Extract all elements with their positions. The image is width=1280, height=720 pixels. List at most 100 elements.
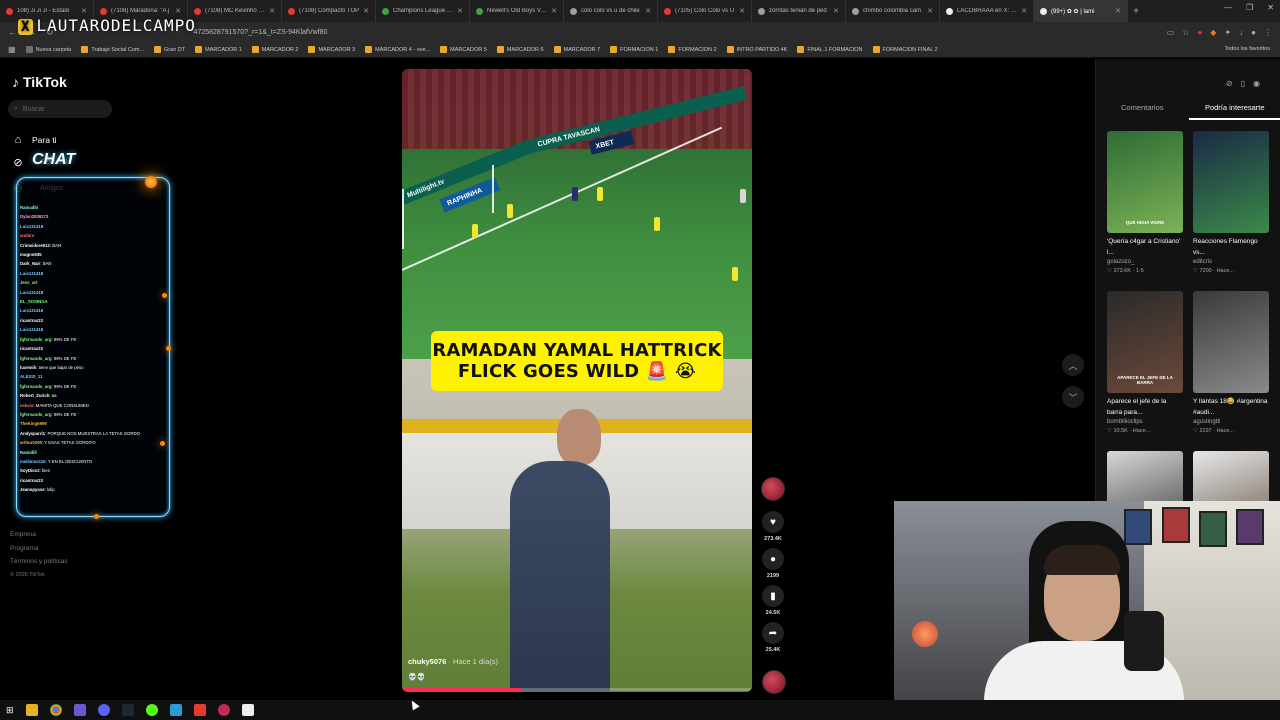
bookmark-item[interactable]: Trabajo Social Com...: [81, 46, 144, 53]
card-author[interactable]: golazozo_: [1107, 258, 1183, 267]
maximize-icon[interactable]: ❐: [1246, 3, 1253, 12]
sidebar-item-para-ti[interactable]: ⌂ Para ti: [12, 129, 71, 151]
close-icon[interactable]: ✕: [739, 7, 745, 15]
app-icon[interactable]: [73, 704, 86, 716]
close-icon[interactable]: ✕: [1115, 7, 1121, 15]
kick-icon[interactable]: [145, 704, 158, 716]
video-thumbnail[interactable]: APARECE EL JEFE DE LA BARRA: [1107, 291, 1183, 393]
app-icon[interactable]: [217, 704, 230, 716]
author-name[interactable]: chuky5076: [408, 657, 446, 666]
close-icon[interactable]: ✕: [927, 7, 933, 15]
video-thumbnail[interactable]: [1193, 131, 1269, 233]
recommended-video-card[interactable]: APARECE EL JEFE DE LA BARRA Aparece el je…: [1107, 291, 1183, 451]
sound-avatar[interactable]: [762, 670, 786, 694]
file-explorer-icon[interactable]: [25, 704, 38, 716]
close-icon[interactable]: ✕: [363, 7, 369, 15]
profile-icon[interactable]: ◉: [1253, 79, 1260, 88]
downloads-icon[interactable]: ↓: [1239, 28, 1243, 37]
bookmark-item[interactable]: INTRO PARTIDO 4K: [726, 46, 787, 53]
browser-tab[interactable]: (7108) MC Kevinho - C ✕: [188, 0, 282, 22]
browser-tab[interactable]: (7105) Colo Colo vs U ✕: [658, 0, 752, 22]
next-video-button[interactable]: ﹀: [1062, 386, 1084, 408]
close-window-icon[interactable]: ✕: [1267, 3, 1274, 12]
obs-icon[interactable]: [241, 704, 254, 716]
puzzle-icon[interactable]: ✦: [1224, 28, 1231, 37]
phone-icon[interactable]: ▯: [1241, 79, 1245, 88]
bookmark-item[interactable]: MARCADOR 2: [251, 46, 298, 53]
url-field[interactable]: 4725828791570?_r=1&_t=ZS-94KlafVwf80: [64, 25, 1157, 39]
bookmark-item[interactable]: MARCADOR 6: [496, 46, 544, 53]
close-icon[interactable]: ✕: [269, 7, 275, 15]
video-player[interactable]: Multilight.tv CUPRA TAVASCAN XBET RAPHIN…: [402, 69, 752, 692]
bookmark-item[interactable]: MARCADOR 3: [308, 46, 355, 53]
compass-icon[interactable]: ⊘: [1226, 79, 1233, 88]
discord-icon[interactable]: [97, 704, 110, 716]
recommended-video-card[interactable]: JOVAL DON PARFAIKO: [1193, 451, 1269, 553]
card-author[interactable]: editcris: [1193, 258, 1269, 267]
bookmark-star-icon[interactable]: ☆: [1182, 28, 1189, 37]
new-tab-button[interactable]: +: [1128, 6, 1144, 17]
search-input[interactable]: ⌕ Buscar: [8, 100, 112, 118]
footer-link-terminos[interactable]: Términos y políticas: [10, 555, 68, 569]
tab-podria-interesarte[interactable]: Podría interesarte: [1188, 103, 1280, 120]
close-icon[interactable]: ✕: [457, 7, 463, 15]
recommended-video-card[interactable]: Reacciones Flamengo vs... editcris ♡ 7200 …: [1193, 131, 1269, 291]
app-icon[interactable]: [193, 704, 206, 716]
all-bookmarks-link[interactable]: Todos los favoritos: [1224, 46, 1270, 52]
browser-tab[interactable]: zorritas tenian de ped ✕: [752, 0, 846, 22]
card-title[interactable]: Aparece el jefe de la barra para...: [1107, 396, 1183, 418]
video-thumbnail[interactable]: QUÉ HIGIA VIGRE: [1107, 131, 1183, 233]
recommended-video-card[interactable]: Y llantas 18😂 #argentina #audi... agustin…: [1193, 291, 1269, 451]
footer-link-empresa[interactable]: Empresa: [10, 528, 68, 542]
previous-video-button[interactable]: ︿: [1062, 354, 1084, 376]
back-icon[interactable]: ←: [8, 27, 17, 37]
cast-icon[interactable]: ▭: [1167, 28, 1175, 37]
browser-tab[interactable]: Champions League - F ✕: [376, 0, 470, 22]
apps-icon[interactable]: ▦: [8, 45, 16, 54]
card-title[interactable]: Y llantas 18😂 #argentina #audi...: [1193, 396, 1269, 418]
footer-link-programa[interactable]: Programa: [10, 542, 68, 556]
bookmark-item[interactable]: Gran DT: [154, 46, 185, 53]
card-author[interactable]: agustingtti: [1193, 418, 1269, 427]
minimize-icon[interactable]: —: [1224, 3, 1232, 12]
close-icon[interactable]: ✕: [81, 7, 87, 15]
card-title[interactable]: Reacciones Flamengo vs...: [1193, 236, 1269, 258]
bookmark-item[interactable]: FINAL 1 FORMACION: [797, 46, 863, 53]
save-button[interactable]: ▮ 24.5K: [760, 585, 786, 616]
author-avatar[interactable]: [761, 477, 785, 501]
tab-comentarios[interactable]: Comentarios: [1096, 103, 1189, 120]
bookmark-item[interactable]: FORMACION FINAL 2: [872, 46, 938, 53]
close-icon[interactable]: ✕: [833, 7, 839, 15]
windows-start-icon[interactable]: ⊞: [6, 705, 14, 716]
profile-icon[interactable]: ●: [1251, 28, 1256, 37]
extension-icon[interactable]: ◆: [1210, 28, 1216, 37]
share-button[interactable]: ➦ 25.4K: [760, 622, 786, 653]
menu-icon[interactable]: ⋮: [1264, 28, 1272, 37]
chrome-icon[interactable]: [49, 704, 62, 716]
bookmark-item[interactable]: FORMACION 1: [610, 46, 658, 53]
close-icon[interactable]: ✕: [645, 7, 651, 15]
extension-icon[interactable]: ●: [1197, 28, 1202, 37]
bookmark-item[interactable]: MARCADOR 4 - ove...: [365, 46, 430, 53]
comment-button[interactable]: ● 2199: [760, 548, 786, 579]
browser-tab[interactable]: Newell's Old Boys Vs F ✕: [470, 0, 564, 22]
card-author[interactable]: bombiliioclips: [1107, 418, 1183, 427]
bookmark-item[interactable]: MARCADOR 1: [195, 46, 242, 53]
close-icon[interactable]: ✕: [175, 7, 181, 15]
like-button[interactable]: ♥ 273.4K: [760, 511, 786, 542]
browser-tab[interactable]: chimbo colombia cam ✕: [846, 0, 940, 22]
video-thumbnail[interactable]: [1193, 291, 1269, 393]
app-icon[interactable]: [169, 704, 182, 716]
browser-tab[interactable]: LACOBRAAA en X: "N ✕: [940, 0, 1034, 22]
browser-tab[interactable]: (7108) Compacto TOP ✕: [282, 0, 376, 22]
video-progress-bar[interactable]: [402, 688, 752, 691]
steam-icon[interactable]: [121, 704, 134, 716]
video-author[interactable]: chuky5076 · Hace 1 día(s): [408, 657, 498, 666]
bookmark-item[interactable]: FORMACION 2: [668, 46, 717, 53]
recommended-video-card[interactable]: Me hago un corte nuevo: [1107, 451, 1183, 553]
bookmark-item[interactable]: Nueva carpeta: [25, 46, 71, 53]
browser-tab[interactable]: colo colo vs u de chile ✕: [564, 0, 658, 22]
bookmark-item[interactable]: MARCADOR 5: [440, 46, 487, 53]
recommended-video-card[interactable]: QUÉ HIGIA VIGRE 'Quería c4gar a Cristiano…: [1107, 131, 1183, 291]
tiktok-logo[interactable]: ♪ TikTok: [12, 74, 67, 90]
